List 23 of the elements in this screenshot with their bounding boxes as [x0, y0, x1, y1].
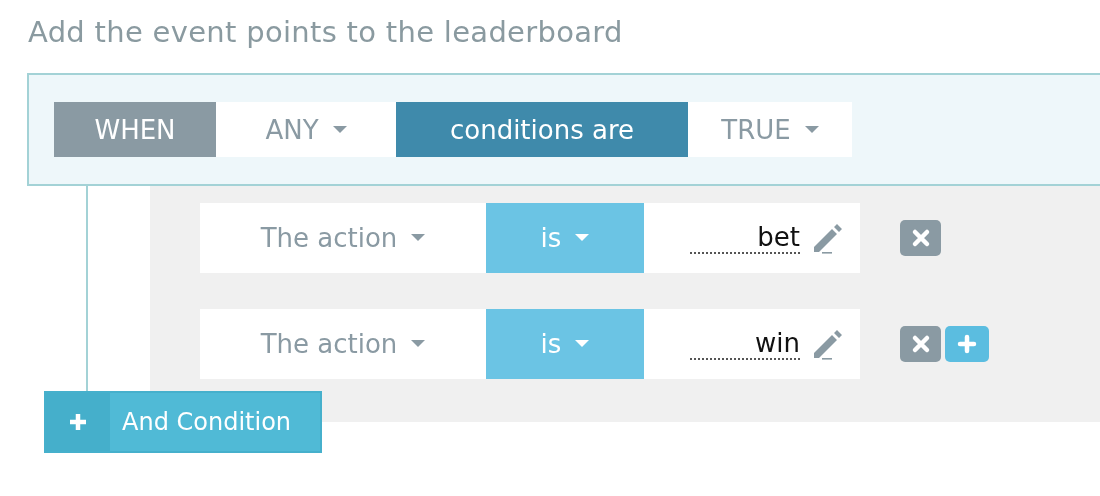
- remove-button[interactable]: [900, 326, 941, 362]
- quantifier-dropdown[interactable]: ANY: [216, 102, 396, 157]
- field-dropdown[interactable]: The action: [200, 203, 486, 273]
- close-icon: [910, 228, 931, 248]
- truth-dropdown[interactable]: TRUE: [688, 102, 852, 157]
- field-dropdown[interactable]: The action: [200, 309, 486, 379]
- plus-icon: [68, 412, 88, 432]
- conditions-label: conditions are: [396, 102, 688, 157]
- add-button[interactable]: [945, 326, 989, 362]
- caret-icon: [411, 340, 426, 348]
- and-condition-button[interactable]: And Condition: [44, 391, 322, 453]
- caret-icon: [332, 125, 347, 134]
- operator-dropdown[interactable]: is: [486, 203, 644, 273]
- plus-icon: [957, 334, 977, 354]
- operator-dropdown[interactable]: is: [486, 309, 644, 379]
- remove-button[interactable]: [900, 220, 941, 256]
- page-title: Add the event points to the leaderboard: [27, 14, 624, 51]
- caret-icon: [411, 234, 426, 242]
- when-label: WHEN: [54, 102, 216, 157]
- caret-icon: [804, 125, 819, 134]
- caret-icon: [575, 340, 590, 348]
- close-icon: [910, 334, 931, 354]
- caret-icon: [575, 234, 590, 242]
